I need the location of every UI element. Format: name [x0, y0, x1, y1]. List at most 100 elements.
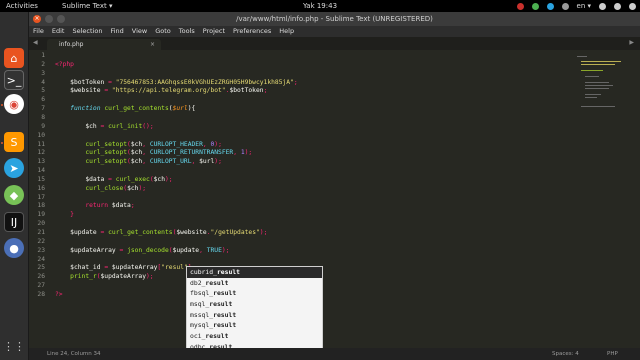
line-number: 12 — [37, 149, 45, 157]
launcher-dock: ⌂ >_ ◉ S ➤ ◆ IJ ● ⋮⋮ — [0, 12, 29, 360]
tab-close-icon[interactable]: × — [150, 39, 155, 50]
power-icon[interactable] — [629, 2, 636, 10]
code-text: $botToken = "756467853:AAGhqssE0kVGhUEzZ… — [70, 78, 298, 86]
indentation-setting[interactable]: Spaces: 4 — [552, 348, 579, 360]
menu-find[interactable]: Find — [110, 26, 123, 37]
menu-help[interactable]: Help — [279, 26, 294, 37]
autocomplete-item[interactable]: msql_result — [187, 299, 322, 310]
tab-bar: ◀ info.php × ▶ — [29, 37, 640, 50]
tab-label: info.php — [59, 41, 84, 48]
line-number: 22 — [37, 237, 45, 245]
code-text: curl_setopt($ch, CURLOPT_URL, $url); — [85, 158, 222, 166]
code-text: curl_setopt($ch, CURLOPT_RETURNTRANSFER,… — [85, 149, 253, 157]
line-number: 21 — [37, 229, 45, 236]
system-tray: en ▾ — [516, 0, 636, 12]
window-titlebar[interactable]: × /var/www/html/info.php - Sublime Text … — [29, 12, 640, 26]
tray-accessibility-icon[interactable] — [599, 2, 606, 10]
code-text: $updateArray = json_decode($update, TRUE… — [70, 246, 230, 254]
line-number: 24 — [37, 255, 45, 263]
line-number: 16 — [37, 184, 45, 192]
autocomplete-popup: cubrid_result db2_result fbsql_result msql_… — [186, 266, 323, 353]
line-number: 9 — [41, 122, 45, 130]
code-text: $update = curl_get_contents($website."/g… — [70, 229, 268, 236]
autocomplete-item[interactable]: db2_result — [187, 278, 322, 289]
code-editor[interactable]: 1 2 <?php 3 4 $botToken = "756467853:AAGhqss… — [29, 50, 640, 348]
syntax-setting[interactable]: PHP — [607, 348, 618, 360]
menu-file[interactable]: File — [33, 26, 44, 37]
menu-goto[interactable]: Goto — [155, 26, 171, 37]
maximize-icon[interactable] — [57, 15, 65, 23]
line-number: 10 — [37, 131, 45, 139]
show-applications-icon[interactable]: ⋮⋮ — [3, 336, 25, 356]
minimap[interactable] — [577, 52, 632, 112]
line-number: 17 — [37, 193, 45, 201]
code-text: } — [70, 211, 74, 219]
android-studio-icon[interactable]: ◆ — [4, 185, 24, 205]
autocomplete-item[interactable]: cubrid_result — [187, 267, 322, 278]
line-number: 7 — [41, 105, 45, 113]
tray-chrome-icon[interactable] — [531, 2, 539, 10]
tab-left-arrow-icon[interactable]: ◀ — [33, 39, 38, 46]
line-number: 15 — [37, 175, 45, 183]
line-number: 13 — [37, 158, 45, 166]
code-text: function curl_get_contents($url){ — [70, 105, 196, 113]
line-number: 6 — [41, 96, 45, 104]
autocomplete-item[interactable]: mysql_result — [187, 320, 322, 331]
code-text: curl_setopt($ch, CURLOPT_HEADER, 0); — [85, 140, 222, 148]
app-icon[interactable]: ● — [4, 238, 24, 258]
minimize-icon[interactable] — [45, 15, 53, 23]
tray-network-icon[interactable] — [561, 2, 569, 10]
tab-info-php[interactable]: info.php × — [47, 39, 161, 50]
menu-project[interactable]: Project — [203, 26, 225, 37]
autocomplete-item[interactable]: mssql_result — [187, 310, 322, 321]
jetbrains-icon[interactable]: IJ — [4, 212, 24, 232]
status-bar: Line 24, Column 34 Spaces: 4 PHP — [29, 348, 640, 360]
menu-edit[interactable]: Edit — [52, 26, 65, 37]
line-number: 28 — [37, 290, 45, 298]
autocomplete-item[interactable]: oci_result — [187, 331, 322, 342]
autocomplete-item[interactable]: fbsql_result — [187, 288, 322, 299]
tray-record-icon[interactable] — [516, 2, 524, 10]
line-number: 25 — [37, 264, 45, 272]
menu-bar: File Edit Selection Find View Goto Tools… — [29, 26, 640, 37]
line-number: 18 — [37, 202, 45, 210]
code-text: $ch = curl_init(); — [85, 122, 154, 130]
line-number: 11 — [37, 140, 45, 148]
scrollbar[interactable] — [634, 50, 640, 348]
terminal-icon[interactable]: >_ — [4, 70, 24, 90]
line-number: 20 — [37, 220, 45, 228]
cursor-position: Line 24, Column 34 — [47, 351, 101, 357]
files-icon[interactable]: ⌂ — [4, 48, 24, 68]
menu-selection[interactable]: Selection — [72, 26, 102, 37]
line-number: 2 — [41, 60, 45, 68]
code-text: $chat_id = $updateArray["resul"] — [70, 264, 191, 272]
code-text: ?> — [55, 290, 63, 298]
language-selector[interactable]: en ▾ — [577, 0, 591, 12]
code-text: <?php — [55, 60, 74, 68]
menu-preferences[interactable]: Preferences — [233, 26, 271, 37]
line-number: 26 — [37, 273, 45, 281]
sublime-text-icon[interactable]: S — [4, 132, 24, 152]
window-title: /var/www/html/info.php - Sublime Text (U… — [236, 15, 433, 23]
top-panel: Activities Sublime Text ▾ Yak 19:43 en ▾ — [0, 0, 640, 12]
line-number: 19 — [37, 211, 45, 219]
close-icon[interactable]: × — [33, 15, 41, 23]
line-number: 3 — [41, 69, 45, 77]
code-text: $data = curl_exec($ch); — [85, 175, 173, 183]
tab-right-arrow-icon[interactable]: ▶ — [629, 39, 634, 46]
tray-volume-icon[interactable] — [614, 2, 621, 10]
code-text: $website = "https://api.telegram.org/bot… — [70, 87, 268, 95]
line-number: 23 — [37, 246, 45, 254]
code-text: print_r($updateArray); — [70, 273, 154, 281]
code-text: return $data; — [85, 202, 135, 210]
line-number: 5 — [41, 87, 45, 95]
chrome-icon[interactable]: ◉ — [4, 94, 24, 114]
menu-view[interactable]: View — [132, 26, 147, 37]
line-number: 14 — [37, 167, 45, 175]
telegram-icon[interactable]: ➤ — [4, 158, 24, 178]
line-number: 27 — [37, 282, 45, 290]
menu-tools[interactable]: Tools — [179, 26, 195, 37]
line-number: 4 — [41, 78, 45, 86]
code-text: curl_close($ch); — [85, 184, 147, 192]
tray-telegram-icon[interactable] — [546, 2, 554, 10]
